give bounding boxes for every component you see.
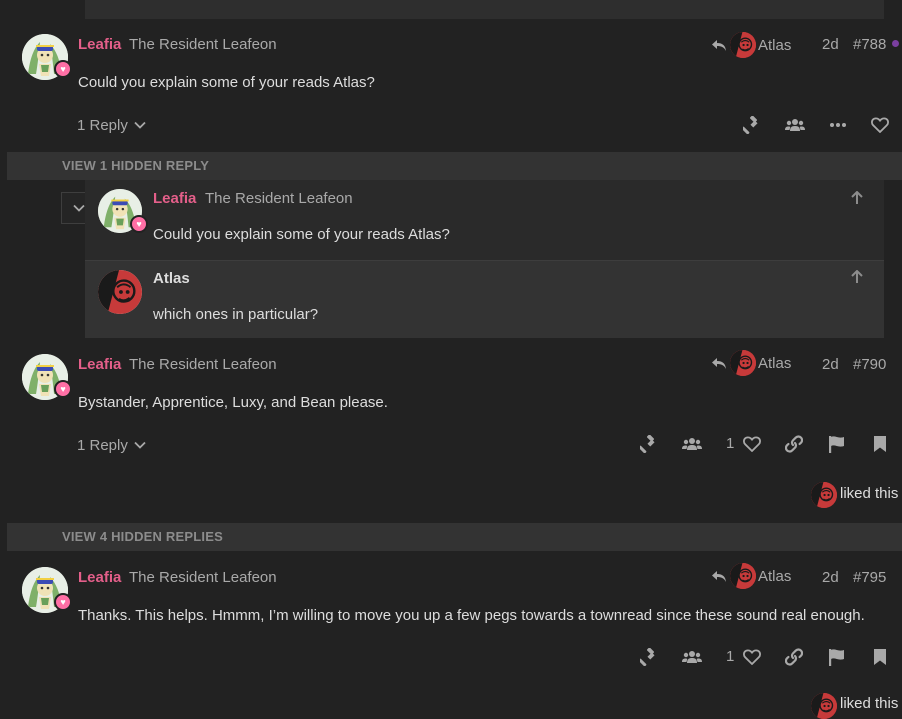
admin-button[interactable] (638, 434, 660, 454)
post-age[interactable]: 2d (822, 36, 839, 53)
liked-this-text: liked this (840, 485, 899, 502)
previous-post-remnant (85, 0, 884, 19)
reply-body: which ones in particular? (153, 306, 319, 323)
liked-this-text: liked this (840, 695, 899, 712)
embedded-reply: Atlas which ones in particular? (85, 261, 884, 338)
hidden-replies-label: VIEW 1 HIDDEN REPLY (62, 158, 210, 173)
gavel-icon (640, 435, 658, 453)
reply-to-tab[interactable]: Atlas (711, 563, 792, 589)
group-icon (785, 117, 805, 133)
like-count[interactable]: 1 (726, 648, 734, 665)
reply-to-tab[interactable]: Atlas (711, 32, 792, 58)
hidden-replies-label: VIEW 4 HIDDEN REPLIES (62, 529, 223, 544)
scroll-to-post-button[interactable] (849, 268, 865, 286)
user-title: The Resident Leafeon (129, 36, 277, 53)
like-button[interactable] (869, 115, 891, 135)
post-body: Could you explain some of your reads Atl… (78, 74, 375, 91)
flag-button[interactable] (826, 647, 848, 667)
flag-button[interactable] (826, 434, 848, 454)
flair-badge: ♥ (54, 593, 72, 611)
username[interactable]: Leafia (153, 190, 196, 207)
username[interactable]: Leafia (78, 36, 121, 53)
reply-arrow-icon (711, 568, 727, 584)
reply-arrow-icon (711, 355, 727, 371)
group-button[interactable] (681, 647, 703, 667)
reply-to-name: Atlas (758, 567, 792, 585)
like-count[interactable]: 1 (726, 435, 734, 452)
avatar[interactable] (98, 270, 142, 314)
like-button[interactable] (741, 434, 763, 454)
view-hidden-replies[interactable]: VIEW 1 HIDDEN REPLY (7, 152, 902, 180)
heart-icon (743, 436, 761, 452)
post-age[interactable]: 2d (822, 356, 839, 373)
group-button[interactable] (784, 115, 806, 135)
bookmark-button[interactable] (869, 434, 891, 454)
copy-link-button[interactable] (783, 434, 805, 454)
flag-icon (828, 648, 846, 666)
replies-toggle[interactable]: 1 Reply (77, 435, 146, 455)
heart-icon (743, 649, 761, 665)
quote-body: Could you explain some of your reads Atl… (153, 226, 450, 243)
replies-count: 1 Reply (77, 116, 128, 134)
user-title: The Resident Leafeon (129, 356, 277, 373)
flag-icon (828, 435, 846, 453)
post-790: ♥ Leafia The Resident Leafeon Atlas 2d #… (0, 339, 902, 524)
avatar (730, 563, 756, 589)
post-number[interactable]: #795 (853, 569, 886, 586)
bookmark-button[interactable] (869, 647, 891, 667)
group-icon (682, 436, 702, 452)
username[interactable]: Leafia (78, 569, 121, 586)
admin-button[interactable] (638, 647, 660, 667)
ellipsis-icon (829, 122, 847, 128)
gavel-icon (743, 116, 761, 134)
liker-avatar[interactable] (811, 693, 837, 719)
embedded-quote: ♥ Leafia The Resident Leafeon Could you … (85, 180, 884, 260)
post-age[interactable]: 2d (822, 569, 839, 586)
heart-icon (871, 117, 889, 133)
admin-button[interactable] (741, 115, 763, 135)
flair-badge: ♥ (54, 60, 72, 78)
group-button[interactable] (681, 434, 703, 454)
arrow-up-icon (850, 191, 864, 205)
username[interactable]: Atlas (153, 270, 190, 287)
replies-count: 1 Reply (77, 436, 128, 454)
chevron-down-icon (134, 121, 146, 129)
more-button[interactable] (827, 115, 849, 135)
group-icon (682, 649, 702, 665)
unread-dot (892, 40, 899, 47)
post-number[interactable]: #788 (853, 36, 886, 53)
gavel-icon (640, 648, 658, 666)
link-icon (785, 648, 803, 666)
copy-link-button[interactable] (783, 647, 805, 667)
avatar (730, 32, 756, 58)
user-title: The Resident Leafeon (205, 190, 353, 207)
user-title: The Resident Leafeon (129, 569, 277, 586)
liker-avatar[interactable] (811, 482, 837, 508)
avatar (730, 350, 756, 376)
post-788: ♥ Leafia The Resident Leafeon Atlas 2d #… (0, 19, 902, 152)
scroll-to-post-button[interactable] (849, 189, 865, 207)
post-body: Bystander, Apprentice, Luxy, and Bean pl… (78, 394, 388, 411)
post-body: Thanks. This helps. Hmmm, I’m willing to… (78, 607, 865, 624)
chevron-down-icon (73, 204, 85, 212)
reply-to-name: Atlas (758, 354, 792, 372)
flair-badge: ♥ (130, 215, 148, 233)
flair-badge: ♥ (54, 380, 72, 398)
view-hidden-replies[interactable]: VIEW 4 HIDDEN REPLIES (7, 523, 902, 551)
like-button[interactable] (741, 647, 763, 667)
bookmark-icon (873, 648, 887, 666)
post-number[interactable]: #790 (853, 356, 886, 373)
post-795: ♥ Leafia The Resident Leafeon Atlas 2d #… (0, 552, 902, 719)
username[interactable]: Leafia (78, 356, 121, 373)
bookmark-icon (873, 435, 887, 453)
replies-toggle[interactable]: 1 Reply (77, 115, 146, 135)
reply-arrow-icon (711, 37, 727, 53)
reply-to-name: Atlas (758, 36, 792, 54)
arrow-up-icon (850, 270, 864, 284)
chevron-down-icon (134, 441, 146, 449)
reply-to-tab[interactable]: Atlas (711, 350, 792, 376)
link-icon (785, 435, 803, 453)
